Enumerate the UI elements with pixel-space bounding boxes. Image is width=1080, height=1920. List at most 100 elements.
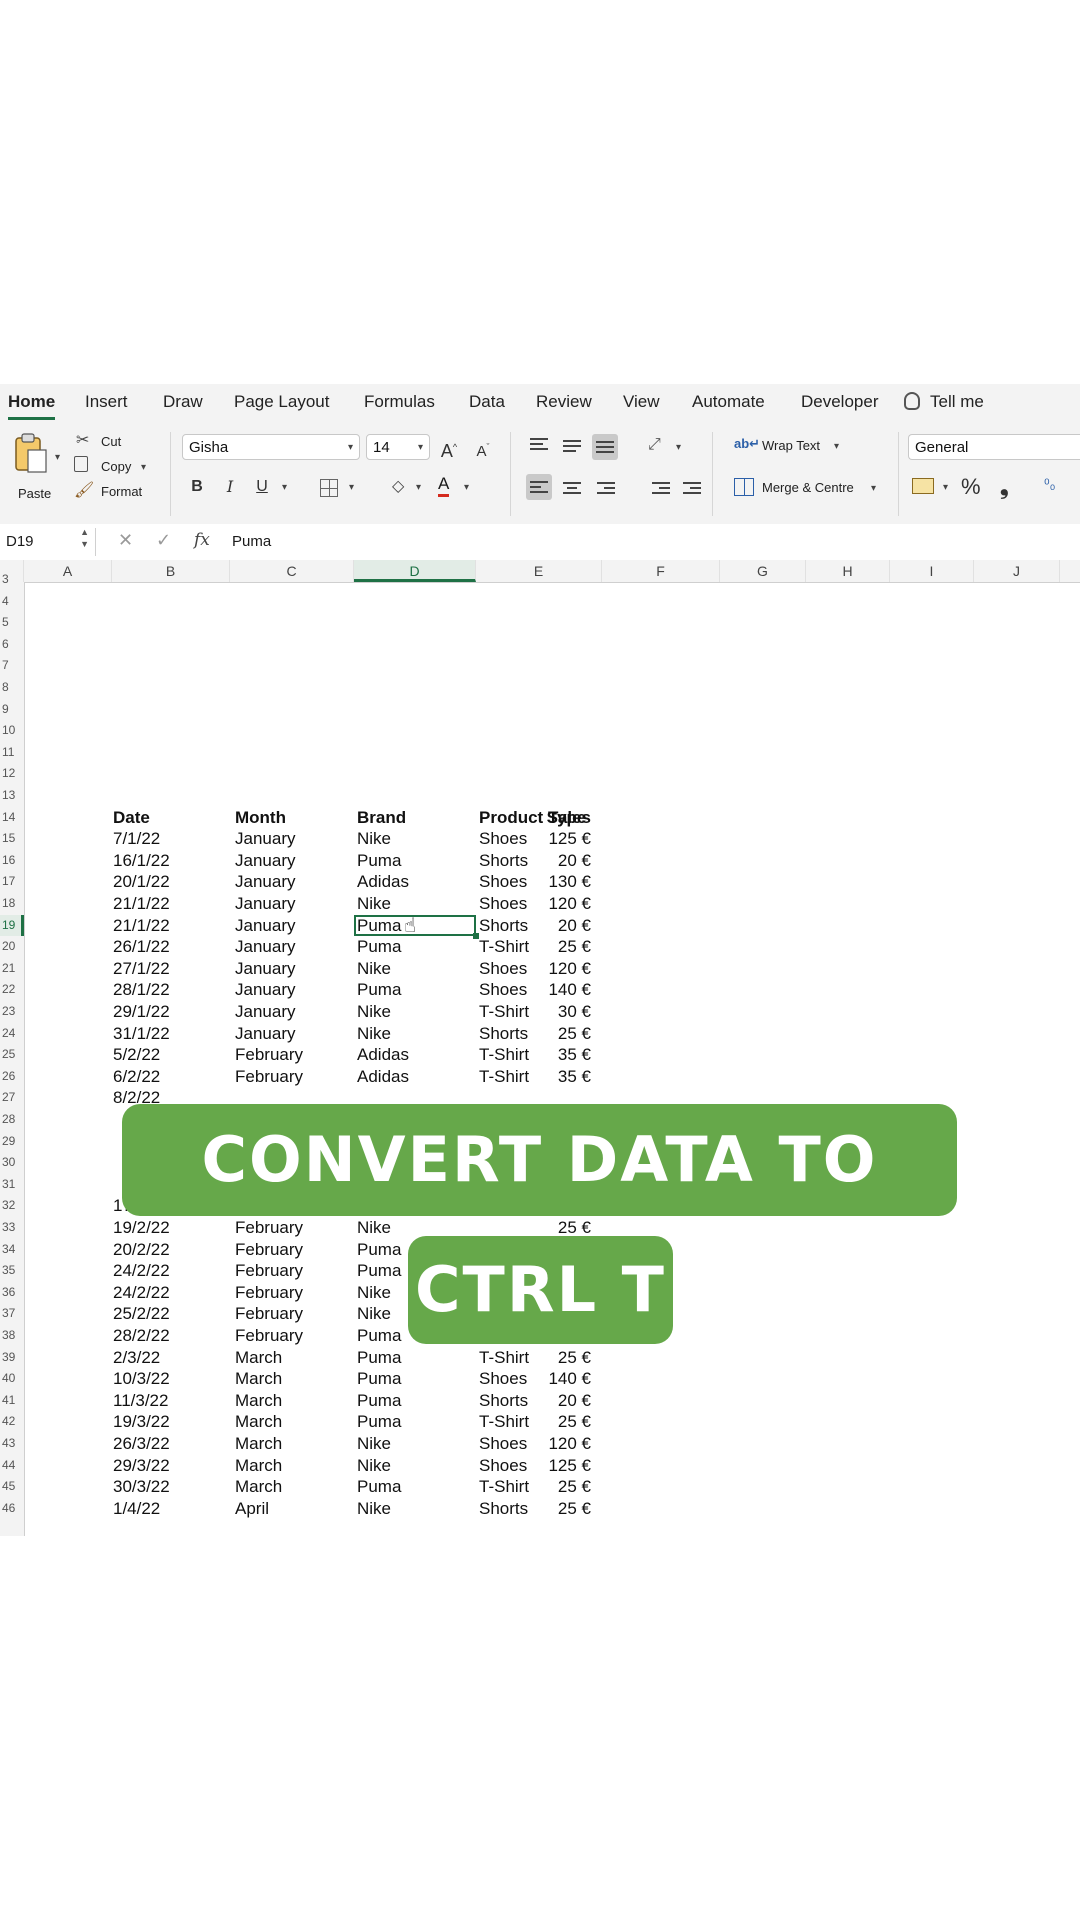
font-size-combo[interactable]: 14 ▾ <box>366 434 430 460</box>
cell-brand[interactable]: Puma <box>357 1411 401 1433</box>
column-header-h[interactable]: H <box>806 560 890 582</box>
cell-brand[interactable]: Nike <box>357 1455 391 1477</box>
font-name-combo[interactable]: Gisha ▾ <box>182 434 360 460</box>
table-header-date[interactable]: Date <box>113 807 150 829</box>
align-top-icon[interactable] <box>530 438 548 452</box>
tell-me-search[interactable]: Tell me <box>930 392 984 412</box>
row-header[interactable]: 31 <box>0 1174 24 1196</box>
column-header-j[interactable]: J <box>974 560 1060 582</box>
cell-sales[interactable]: 20 € <box>511 915 591 937</box>
paste-dropdown-icon[interactable]: ▾ <box>55 452 60 463</box>
cell-date[interactable]: 6/2/22 <box>113 1066 160 1088</box>
copy-dropdown-icon[interactable]: ▾ <box>141 462 146 473</box>
cell-date[interactable]: 11/3/22 <box>113 1390 168 1412</box>
cell-brand[interactable]: Puma <box>357 850 401 872</box>
cell-date[interactable]: 29/1/22 <box>113 1001 170 1023</box>
cell-month[interactable]: February <box>235 1282 303 1304</box>
cell-sales[interactable]: 30 € <box>511 1001 591 1023</box>
cell-month[interactable]: March <box>235 1455 282 1477</box>
row-header[interactable]: 27 <box>0 1087 24 1109</box>
decrease-font-button[interactable]: Aˇ <box>470 434 496 460</box>
cell-brand[interactable]: Puma <box>357 936 401 958</box>
cell-month[interactable]: January <box>235 958 295 980</box>
cell-brand[interactable]: Adidas <box>357 1066 409 1088</box>
tab-automate[interactable]: Automate <box>692 392 765 412</box>
cell-brand[interactable]: Nike <box>357 893 391 915</box>
cell-month[interactable]: February <box>235 1066 303 1088</box>
cell-date[interactable]: 7/1/22 <box>113 828 160 850</box>
tab-formulas[interactable]: Formulas <box>364 392 435 412</box>
orientation-dropdown-icon[interactable]: ▾ <box>676 442 681 453</box>
table-header-month[interactable]: Month <box>235 807 286 829</box>
row-header[interactable]: 46 <box>0 1498 24 1520</box>
cell-brand[interactable]: Nike <box>357 1001 391 1023</box>
row-header[interactable]: 21 <box>0 958 24 980</box>
cell-month[interactable]: February <box>235 1303 303 1325</box>
align-middle-icon[interactable] <box>563 440 581 454</box>
align-center-icon[interactable] <box>563 482 581 496</box>
row-header[interactable]: 20 <box>0 936 24 958</box>
cell-sales[interactable]: 140 € <box>511 979 591 1001</box>
merge-centre-button[interactable]: Merge & Centre <box>762 480 854 495</box>
align-left-button[interactable] <box>526 474 552 500</box>
cell-month[interactable]: February <box>235 1325 303 1347</box>
cell-sales[interactable]: 125 € <box>511 828 591 850</box>
column-header-a[interactable]: A <box>24 560 112 582</box>
row-header[interactable]: 33 <box>0 1217 24 1239</box>
wrap-text-dropdown-icon[interactable]: ▾ <box>834 441 839 452</box>
cancel-icon[interactable]: ✕ <box>118 530 133 551</box>
font-color-icon[interactable]: A <box>438 474 450 497</box>
scissors-icon[interactable]: ✂ <box>76 430 89 450</box>
cell-month[interactable]: January <box>235 871 295 893</box>
row-header[interactable]: 6 <box>0 634 24 656</box>
cell-date[interactable]: 26/1/22 <box>113 936 170 958</box>
fill-color-dropdown-icon[interactable]: ▾ <box>416 482 421 493</box>
row-header[interactable]: 28 <box>0 1109 24 1131</box>
percent-style-button[interactable]: % <box>961 474 981 500</box>
cell-date[interactable]: 2/3/22 <box>113 1347 160 1369</box>
cell-date[interactable]: 29/3/22 <box>113 1455 170 1477</box>
cell-month[interactable]: January <box>235 915 295 937</box>
fill-color-icon[interactable]: ◇ <box>392 476 404 496</box>
row-header[interactable]: 18 <box>0 893 24 915</box>
decrease-indent-icon[interactable] <box>652 482 670 496</box>
cell-date[interactable]: 31/1/22 <box>113 1023 170 1045</box>
cell-month[interactable]: March <box>235 1476 282 1498</box>
cell-month[interactable]: March <box>235 1368 282 1390</box>
row-header[interactable]: 13 <box>0 785 24 807</box>
cell-sales[interactable]: 35 € <box>511 1044 591 1066</box>
borders-dropdown-icon[interactable]: ▾ <box>349 482 354 493</box>
cell-month[interactable]: February <box>235 1239 303 1261</box>
cell-brand[interactable]: Nike <box>357 1023 391 1045</box>
cell-date[interactable]: 19/2/22 <box>113 1217 170 1239</box>
tab-insert[interactable]: Insert <box>85 392 128 412</box>
cell-month[interactable]: January <box>235 893 295 915</box>
table-header-sales[interactable]: Sales <box>511 807 591 829</box>
cell-sales[interactable]: 25 € <box>511 1347 591 1369</box>
cell-month[interactable]: January <box>235 828 295 850</box>
row-header[interactable]: 11 <box>0 742 24 764</box>
tab-home[interactable]: Home <box>8 392 56 420</box>
row-header[interactable]: 38 <box>0 1325 24 1347</box>
cut-button[interactable]: Cut <box>101 434 121 449</box>
cell-month[interactable]: March <box>235 1411 282 1433</box>
accounting-format-icon[interactable] <box>912 478 934 494</box>
row-header[interactable]: 34 <box>0 1239 24 1261</box>
row-header[interactable]: 4 <box>0 591 24 613</box>
row-header[interactable]: 35 <box>0 1260 24 1282</box>
cell-brand[interactable]: Adidas <box>357 871 409 893</box>
cell-month[interactable]: February <box>235 1217 303 1239</box>
row-header[interactable]: 36 <box>0 1282 24 1304</box>
row-header[interactable]: 42 <box>0 1411 24 1433</box>
cell-month[interactable]: January <box>235 936 295 958</box>
cell-brand[interactable]: Nike <box>357 958 391 980</box>
cell-brand[interactable]: Nike <box>357 1217 391 1239</box>
column-header-e[interactable]: E <box>476 560 602 582</box>
row-header[interactable]: 15 <box>0 828 24 850</box>
cell-month[interactable]: January <box>235 1023 295 1045</box>
cell-sales[interactable]: 25 € <box>511 1498 591 1520</box>
increase-indent-icon[interactable] <box>683 482 701 496</box>
row-header[interactable]: 9 <box>0 699 24 721</box>
row-header[interactable]: 44 <box>0 1455 24 1477</box>
tab-page-layout[interactable]: Page Layout <box>234 392 329 412</box>
